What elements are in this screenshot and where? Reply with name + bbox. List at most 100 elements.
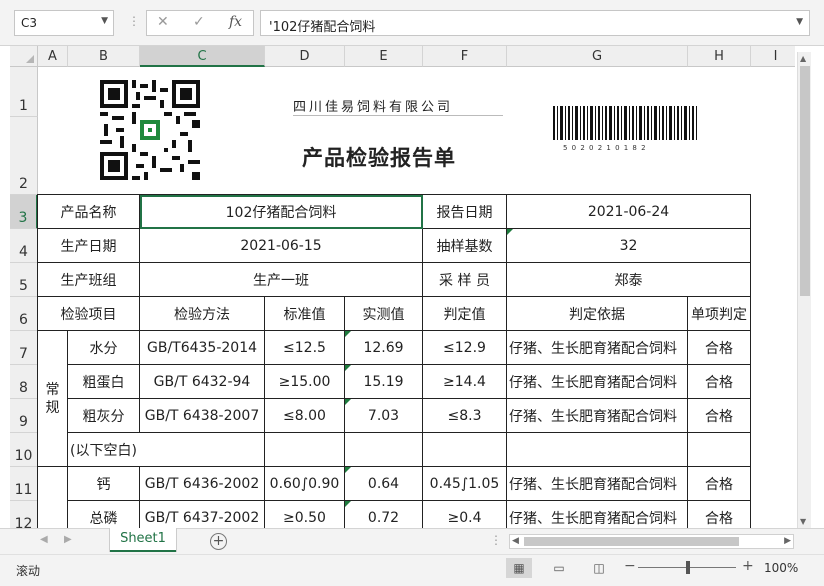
th-item[interactable]: 检验项目	[38, 297, 140, 331]
row-header-1[interactable]: 1	[10, 67, 38, 117]
column-header-i[interactable]: I	[751, 46, 795, 67]
table-cell[interactable]	[38, 467, 68, 528]
column-header-d[interactable]: D	[265, 46, 345, 67]
select-all-corner[interactable]	[10, 46, 38, 67]
row-header-6[interactable]: 6	[10, 297, 38, 331]
cancel-icon[interactable]: ✕	[157, 14, 169, 30]
enter-icon[interactable]: ✓	[193, 14, 205, 30]
sampler-cell[interactable]: 郑泰	[507, 263, 751, 297]
horizontal-scrollbar[interactable]: ◀ ▶	[509, 534, 794, 549]
row-header-3[interactable]: 3	[10, 195, 38, 229]
group-label-cell[interactable]: 常规	[38, 331, 68, 467]
table-cell[interactable]: 仔猪、生长肥育猪配合饲料	[507, 331, 688, 365]
scroll-up-icon[interactable]: ▲	[800, 54, 806, 63]
sampler-label[interactable]: 采 样 员	[423, 263, 507, 297]
table-cell[interactable]: 总磷	[68, 501, 140, 528]
table-cell[interactable]: ≥0.50	[265, 501, 345, 528]
production-date-label[interactable]: 生产日期	[38, 229, 140, 263]
table-cell[interactable]: 水分	[68, 331, 140, 365]
table-cell[interactable]: ≥15.00	[265, 365, 345, 399]
row-header-11[interactable]: 11	[10, 467, 38, 501]
scroll-left-icon[interactable]: ◀	[512, 536, 519, 546]
table-cell[interactable]: 合格	[688, 467, 751, 501]
page-layout-icon[interactable]: ▭	[546, 558, 572, 578]
table-cell[interactable]: 仔猪、生长肥育猪配合饲料	[507, 467, 688, 501]
production-team-cell[interactable]: 生产一班	[140, 263, 423, 297]
table-cell[interactable]: GB/T 6438-2007	[140, 399, 265, 433]
table-cell[interactable]: 合格	[688, 501, 751, 528]
table-cell[interactable]: 合格	[688, 399, 751, 433]
row-header-7[interactable]: 7	[10, 331, 38, 365]
th-judgement[interactable]: 判定值	[423, 297, 507, 331]
expand-formula-icon[interactable]: ▼	[796, 17, 803, 27]
production-team-label[interactable]: 生产班组	[38, 263, 140, 297]
zoom-out-icon[interactable]: −	[624, 558, 636, 574]
row-header-8[interactable]: 8	[10, 365, 38, 399]
th-basis[interactable]: 判定依据	[507, 297, 688, 331]
th-standard[interactable]: 标准值	[265, 297, 345, 331]
worksheet-grid[interactable]: A B C D E F G H I 1 2 3 4 5 6 7 8 9 10 1…	[10, 46, 795, 528]
table-cell[interactable]: 钙	[68, 467, 140, 501]
row-header-5[interactable]: 5	[10, 263, 38, 297]
row-header-2[interactable]: 2	[10, 117, 38, 195]
column-header-f[interactable]: F	[423, 46, 507, 67]
table-cell[interactable]	[265, 433, 345, 467]
table-cell[interactable]: 0.64	[345, 467, 423, 501]
normal-view-icon[interactable]: ▦	[506, 558, 532, 578]
tab-next-icon[interactable]: ▶	[64, 534, 72, 545]
th-method[interactable]: 检验方法	[140, 297, 265, 331]
column-header-b[interactable]: B	[68, 46, 140, 67]
row-header-12[interactable]: 12	[10, 501, 38, 528]
table-cell[interactable]: 粗蛋白	[68, 365, 140, 399]
table-cell[interactable]: GB/T 6436-2002	[140, 467, 265, 501]
insert-function-icon[interactable]: fx	[229, 14, 242, 30]
table-cell[interactable]: 仔猪、生长肥育猪配合饲料	[507, 399, 688, 433]
horizontal-scroll-thumb[interactable]	[524, 537, 739, 546]
sheet-tab-sheet1[interactable]: Sheet1	[110, 528, 176, 552]
tab-prev-icon[interactable]: ◀	[40, 534, 48, 545]
vertical-scrollbar[interactable]: ▲ ▼	[797, 52, 811, 528]
sample-base-label[interactable]: 抽样基数	[423, 229, 507, 263]
table-cell[interactable]: 0.60∫0.90	[265, 467, 345, 501]
vertical-scroll-thumb[interactable]	[800, 66, 810, 296]
table-cell[interactable]: 合格	[688, 365, 751, 399]
sample-base-cell[interactable]: 32	[507, 229, 751, 263]
report-date-cell[interactable]: 2021-06-24	[507, 195, 751, 229]
report-date-label[interactable]: 报告日期	[423, 195, 507, 229]
zoom-level[interactable]: 100%	[764, 561, 798, 575]
table-cell[interactable]: ≥14.4	[423, 365, 507, 399]
table-cell[interactable]	[345, 433, 423, 467]
formula-input[interactable]: '102仔猪配合饲料 ▼	[260, 10, 810, 36]
table-cell[interactable]: 12.69	[345, 331, 423, 365]
product-name-cell[interactable]: 102仔猪配合饲料	[140, 195, 423, 229]
table-cell[interactable]: ≤8.00	[265, 399, 345, 433]
tab-split-icon[interactable]: ⋮	[490, 533, 502, 547]
column-header-c[interactable]: C	[140, 46, 265, 67]
table-cell[interactable]: ≤12.5	[265, 331, 345, 365]
blank-note-cell[interactable]: (以下空白)	[68, 433, 265, 467]
table-cell[interactable]: ≤8.3	[423, 399, 507, 433]
table-cell[interactable]: 7.03	[345, 399, 423, 433]
th-result[interactable]: 单项判定	[688, 297, 751, 331]
production-date-cell[interactable]: 2021-06-15	[140, 229, 423, 263]
table-cell[interactable]: GB/T6435-2014	[140, 331, 265, 365]
scroll-right-icon[interactable]: ▶	[784, 536, 791, 546]
table-cell[interactable]	[688, 433, 751, 467]
chevron-down-icon[interactable]: ▼	[101, 16, 108, 26]
table-cell[interactable]: 粗灰分	[68, 399, 140, 433]
column-header-g[interactable]: G	[507, 46, 688, 67]
table-cell[interactable]: 0.72	[345, 501, 423, 528]
table-cell[interactable]: ≤12.9	[423, 331, 507, 365]
page-break-preview-icon[interactable]: ◫	[586, 558, 612, 578]
table-cell[interactable]: 15.19	[345, 365, 423, 399]
product-name-label[interactable]: 产品名称	[38, 195, 140, 229]
table-cell[interactable]: 0.45∫1.05	[423, 467, 507, 501]
column-header-e[interactable]: E	[345, 46, 423, 67]
name-box[interactable]: C3 ▼	[14, 10, 114, 36]
row-header-9[interactable]: 9	[10, 399, 38, 433]
table-cell[interactable]: ≥0.4	[423, 501, 507, 528]
row-header-10[interactable]: 10	[10, 433, 38, 467]
table-cell[interactable]	[507, 433, 688, 467]
add-sheet-icon[interactable]: +	[210, 533, 227, 550]
scroll-down-icon[interactable]: ▼	[800, 517, 806, 526]
